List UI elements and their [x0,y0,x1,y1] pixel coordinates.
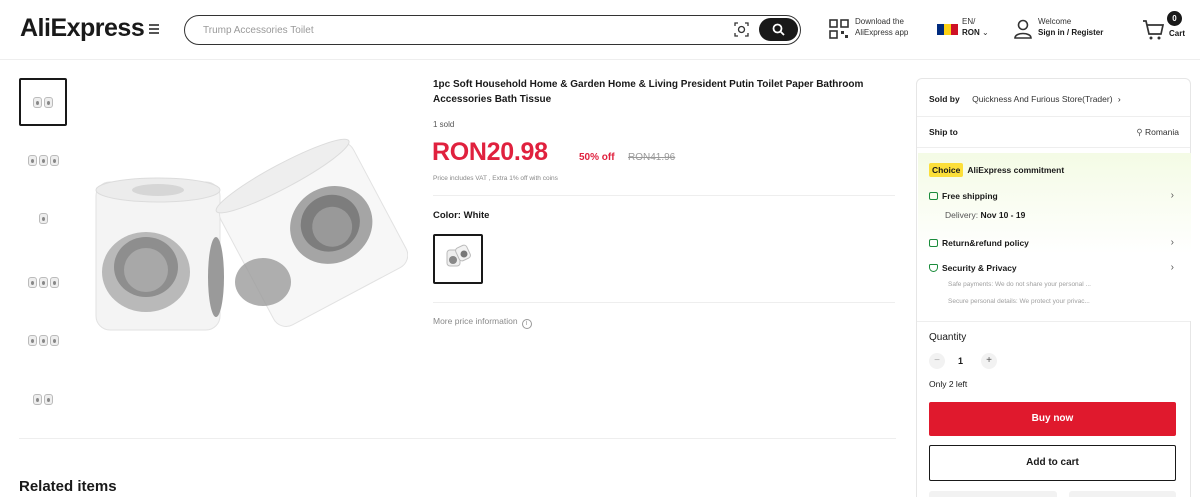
info-icon: i [521,319,532,329]
return-policy-icon [929,239,938,247]
stock-note: Only 2 left [929,379,968,389]
user-icon[interactable] [1013,18,1033,40]
color-swatch-white[interactable] [433,234,483,284]
ship-to-row[interactable]: Ship to ⚲ Romania [929,127,1179,137]
chevron-down-icon: ⌄ [982,28,989,37]
sold-count: 1 sold [433,120,455,129]
product-main-image[interactable] [88,132,408,342]
search-input[interactable] [203,22,703,38]
product-thumbnail[interactable] [19,78,67,126]
related-items-heading: Related items [19,478,117,495]
account-menu[interactable]: Welcome Sign in / Register [1038,16,1103,38]
top-header: AliExpress Download the AliExpress app E… [0,0,1200,60]
welcome-label: Welcome [1038,17,1072,26]
location-pin-icon: ⚲ [1136,127,1143,137]
delivery-row: Delivery: Nov 10 - 19 [945,210,1025,220]
security-label: Security & Privacy [942,263,1017,273]
return-policy-row[interactable]: Return&refund policy [929,238,1029,248]
cart-count-badge: 0 [1167,11,1182,26]
currency-label: RON [962,28,980,37]
ship-to-destination[interactable]: ⚲ Romania [1136,127,1179,138]
commitment-section [918,153,1191,321]
cart-icon[interactable] [1142,19,1166,41]
shield-icon [929,264,938,272]
quantity-label: Quantity [929,332,967,343]
language-currency-selector[interactable]: EN/ RON ⌄ [962,16,989,38]
original-price: RON41.96 [628,152,676,163]
free-shipping-row[interactable]: Free shipping [929,191,998,201]
free-shipping-label: Free shipping [942,191,998,201]
chevron-right-icon[interactable]: › [1171,190,1174,201]
choice-commitment-row: Choice AliExpress commitment [929,163,1064,177]
divider [433,195,895,196]
divider [433,302,895,303]
quantity-increase-button[interactable]: + [981,353,997,369]
download-app-line1: Download the [855,17,904,26]
product-thumbnail[interactable] [19,194,67,242]
image-search-icon[interactable] [733,21,750,38]
commitment-label: AliExpress commitment [967,165,1065,175]
chevron-right-icon[interactable]: › [1171,237,1174,248]
download-app-link[interactable]: Download the AliExpress app [855,16,908,38]
color-label: Color: [433,210,461,221]
discount-badge: 50% off [579,152,615,163]
product-thumbnail[interactable] [19,316,67,364]
qr-code-icon[interactable] [829,19,849,39]
delivery-label: Delivery: [945,210,979,220]
romania-flag-icon[interactable] [937,24,958,35]
wishlist-button[interactable] [1069,491,1176,497]
product-title: 1pc Soft Household Home & Garden Home & … [433,79,864,105]
cart-label[interactable]: Cart [1169,29,1185,38]
sold-by-label: Sold by [929,94,960,104]
search-icon [772,23,785,36]
product-thumbnail[interactable] [19,136,67,184]
divider [917,147,1190,148]
security-detail-2: Secure personal details: We protect your… [948,298,1090,305]
product-thumbnail[interactable] [19,258,67,306]
quantity-decrease-button[interactable]: − [929,353,945,369]
divider [19,438,896,439]
purchase-panel: Sold by Quickness And Furious Store(Trad… [916,78,1191,497]
ship-to-label: Ship to [929,127,958,137]
chevron-right-icon: › [1117,94,1121,104]
choice-badge: Choice [929,163,964,177]
product-thumbnail[interactable] [19,375,67,423]
aliexpress-logo[interactable]: AliExpress [20,14,145,43]
security-detail-1: Safe payments: We do not share your pers… [948,281,1091,288]
search-button[interactable] [759,18,798,41]
more-price-info[interactable]: More price information i [433,316,532,329]
divider [917,321,1190,322]
security-privacy-row[interactable]: Security & Privacy [929,263,1017,273]
more-price-label: More price information [433,316,518,326]
delivery-dates: Nov 10 - 19 [980,210,1026,220]
quantity-value[interactable]: 1 [958,356,963,366]
share-button[interactable] [929,491,1057,497]
current-price: RON20.98 [432,138,548,166]
store-name[interactable]: Quickness And Furious Store(Trader) [972,94,1112,104]
swatch-image [446,244,471,267]
color-value: White [463,210,490,221]
color-option-label: Color: White [433,210,489,221]
download-app-line2: AliExpress app [855,28,909,37]
return-policy-label: Return&refund policy [942,238,1029,248]
add-to-cart-button[interactable]: Add to cart [929,445,1176,481]
ship-to-country: Romania [1144,127,1179,137]
truck-icon [929,192,938,200]
search-bar [184,15,801,45]
vat-note: Price includes VAT , Extra 1% off with c… [433,175,558,182]
menu-icon[interactable] [149,24,159,34]
sold-by-row[interactable]: Sold by Quickness And Furious Store(Trad… [929,94,1121,104]
sign-in-register-link[interactable]: Sign in / Register [1038,28,1103,37]
chevron-right-icon[interactable]: › [1171,262,1174,273]
divider [917,116,1190,117]
language-label: EN/ [962,17,976,26]
buy-now-button[interactable]: Buy now [929,402,1176,436]
